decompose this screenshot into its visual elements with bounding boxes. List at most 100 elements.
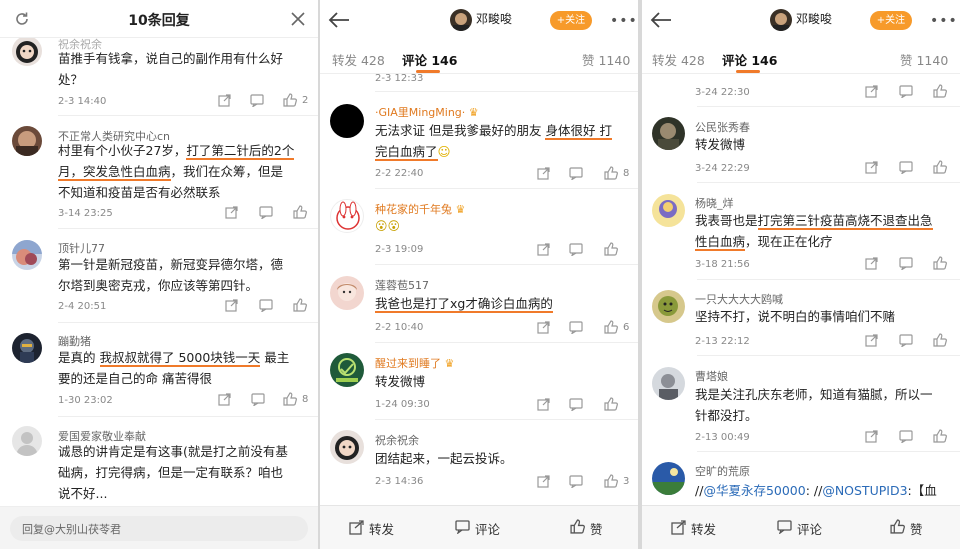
commenter-name[interactable]: 种花家的千年兔 ♛	[375, 201, 465, 217]
comment-icon[interactable]	[259, 206, 273, 219]
comment-icon[interactable]	[251, 393, 265, 406]
commenter-name[interactable]: 莲蓉苞517	[375, 277, 429, 293]
avatar[interactable]	[12, 426, 42, 456]
comment-icon[interactable]	[250, 94, 264, 107]
author-name[interactable]: 邓畯唆	[476, 10, 512, 27]
share-icon[interactable]	[537, 475, 550, 488]
like-icon[interactable]	[933, 333, 947, 347]
commenter-name[interactable]: 醒过来到睡了 ♛	[375, 355, 454, 371]
share-icon[interactable]	[865, 257, 878, 270]
comment-button[interactable]: 评论	[797, 519, 822, 538]
follow-button[interactable]: +关注	[550, 11, 592, 30]
share-icon[interactable]	[537, 167, 550, 180]
comment-icon[interactable]	[569, 243, 583, 256]
comment-icon[interactable]	[569, 475, 583, 488]
like-icon[interactable]	[604, 320, 618, 334]
avatar[interactable]	[330, 104, 364, 138]
share-icon[interactable]	[865, 161, 878, 174]
follow-button[interactable]: +关注	[870, 11, 912, 30]
repost-button[interactable]: 转发	[691, 519, 716, 538]
comment-icon[interactable]	[899, 430, 913, 443]
avatar[interactable]	[652, 367, 685, 400]
repost-button[interactable]: 转发	[369, 519, 394, 538]
share-icon[interactable]	[537, 243, 550, 256]
share-icon[interactable]	[865, 85, 878, 98]
share-icon[interactable]	[865, 430, 878, 443]
share-icon[interactable]	[537, 398, 550, 411]
comment-icon[interactable]	[899, 85, 913, 98]
share-icon[interactable]	[865, 334, 878, 347]
like-icon[interactable]	[283, 392, 297, 406]
comment-icon[interactable]	[899, 257, 913, 270]
like-icon[interactable]	[283, 93, 297, 107]
like-icon[interactable]	[933, 84, 947, 98]
close-icon[interactable]	[291, 12, 305, 26]
share-icon[interactable]	[537, 321, 550, 334]
like-icon[interactable]	[293, 205, 307, 219]
comment-icon[interactable]	[259, 299, 273, 312]
commenter-name[interactable]: 曹塔娘	[695, 368, 728, 384]
like-icon[interactable]	[933, 160, 947, 174]
like-icon[interactable]	[604, 166, 618, 180]
author-avatar[interactable]	[770, 9, 792, 31]
comment-icon[interactable]	[455, 520, 470, 534]
avatar[interactable]	[652, 290, 685, 323]
comment-icon[interactable]	[569, 398, 583, 411]
commenter-name[interactable]: 杨晓_烊	[695, 195, 734, 211]
avatar[interactable]	[330, 430, 364, 464]
like-icon[interactable]	[604, 397, 618, 411]
avatar[interactable]	[12, 333, 42, 363]
back-arrow-icon[interactable]	[650, 11, 672, 29]
commenter-name[interactable]: 空旷的荒原	[695, 463, 750, 479]
like-icon[interactable]	[933, 429, 947, 443]
comment-icon[interactable]	[777, 520, 792, 534]
tab-comments[interactable]: 评论 146	[402, 50, 457, 69]
avatar[interactable]	[12, 36, 42, 66]
bottom-action-bar: 转发 评论 赞	[642, 505, 960, 549]
tab-likes[interactable]: 赞 1140	[582, 50, 630, 69]
commenter-name[interactable]: ·GIA里MingMing· ♛	[375, 104, 479, 120]
comment-icon[interactable]	[569, 167, 583, 180]
like-icon[interactable]	[604, 242, 618, 256]
reply-input[interactable]: 回复@大别山茯苓君	[10, 516, 308, 541]
comment-icon[interactable]	[899, 161, 913, 174]
like-button[interactable]: 赞	[590, 519, 603, 538]
author-name[interactable]: 邓畯唆	[796, 10, 832, 27]
repost-icon[interactable]	[349, 520, 364, 535]
avatar[interactable]	[330, 276, 364, 310]
avatar[interactable]	[330, 199, 364, 233]
tab-repost[interactable]: 转发 428	[652, 50, 705, 69]
tab-comments[interactable]: 评论 146	[722, 50, 777, 69]
comment-icon[interactable]	[569, 321, 583, 334]
like-icon[interactable]	[933, 256, 947, 270]
comment-text: 苗推手有钱拿，说自己的副作用有什么好 处？	[58, 51, 284, 87]
like-icon[interactable]	[890, 519, 905, 534]
avatar[interactable]	[330, 353, 364, 387]
comment-icon[interactable]	[899, 334, 913, 347]
commenter-name[interactable]: 一只大大大大鸥喊	[695, 291, 783, 307]
like-icon[interactable]	[604, 474, 618, 488]
share-icon[interactable]	[218, 393, 231, 406]
share-icon[interactable]	[218, 94, 231, 107]
avatar[interactable]	[12, 126, 42, 156]
repost-icon[interactable]	[671, 520, 686, 535]
share-icon[interactable]	[225, 206, 238, 219]
share-icon[interactable]	[225, 299, 238, 312]
author-avatar[interactable]	[450, 9, 472, 31]
commenter-name[interactable]: 祝余祝余	[375, 432, 419, 448]
tab-likes[interactable]: 赞 1140	[900, 50, 948, 69]
comment-button[interactable]: 评论	[475, 519, 500, 538]
avatar[interactable]	[652, 462, 685, 495]
like-icon[interactable]	[570, 519, 585, 534]
tab-repost[interactable]: 转发 428	[332, 50, 385, 69]
more-icon[interactable]: •••	[930, 13, 958, 29]
like-button[interactable]: 赞	[910, 519, 923, 538]
back-arrow-icon[interactable]	[328, 11, 350, 29]
like-icon[interactable]	[293, 298, 307, 312]
avatar[interactable]	[12, 240, 42, 270]
avatar[interactable]	[652, 194, 685, 227]
commenter-name[interactable]: 公民张秀春	[695, 119, 750, 135]
avatar[interactable]	[652, 117, 685, 150]
more-icon[interactable]: •••	[610, 13, 638, 29]
comment-text: 转发微博	[375, 374, 426, 389]
